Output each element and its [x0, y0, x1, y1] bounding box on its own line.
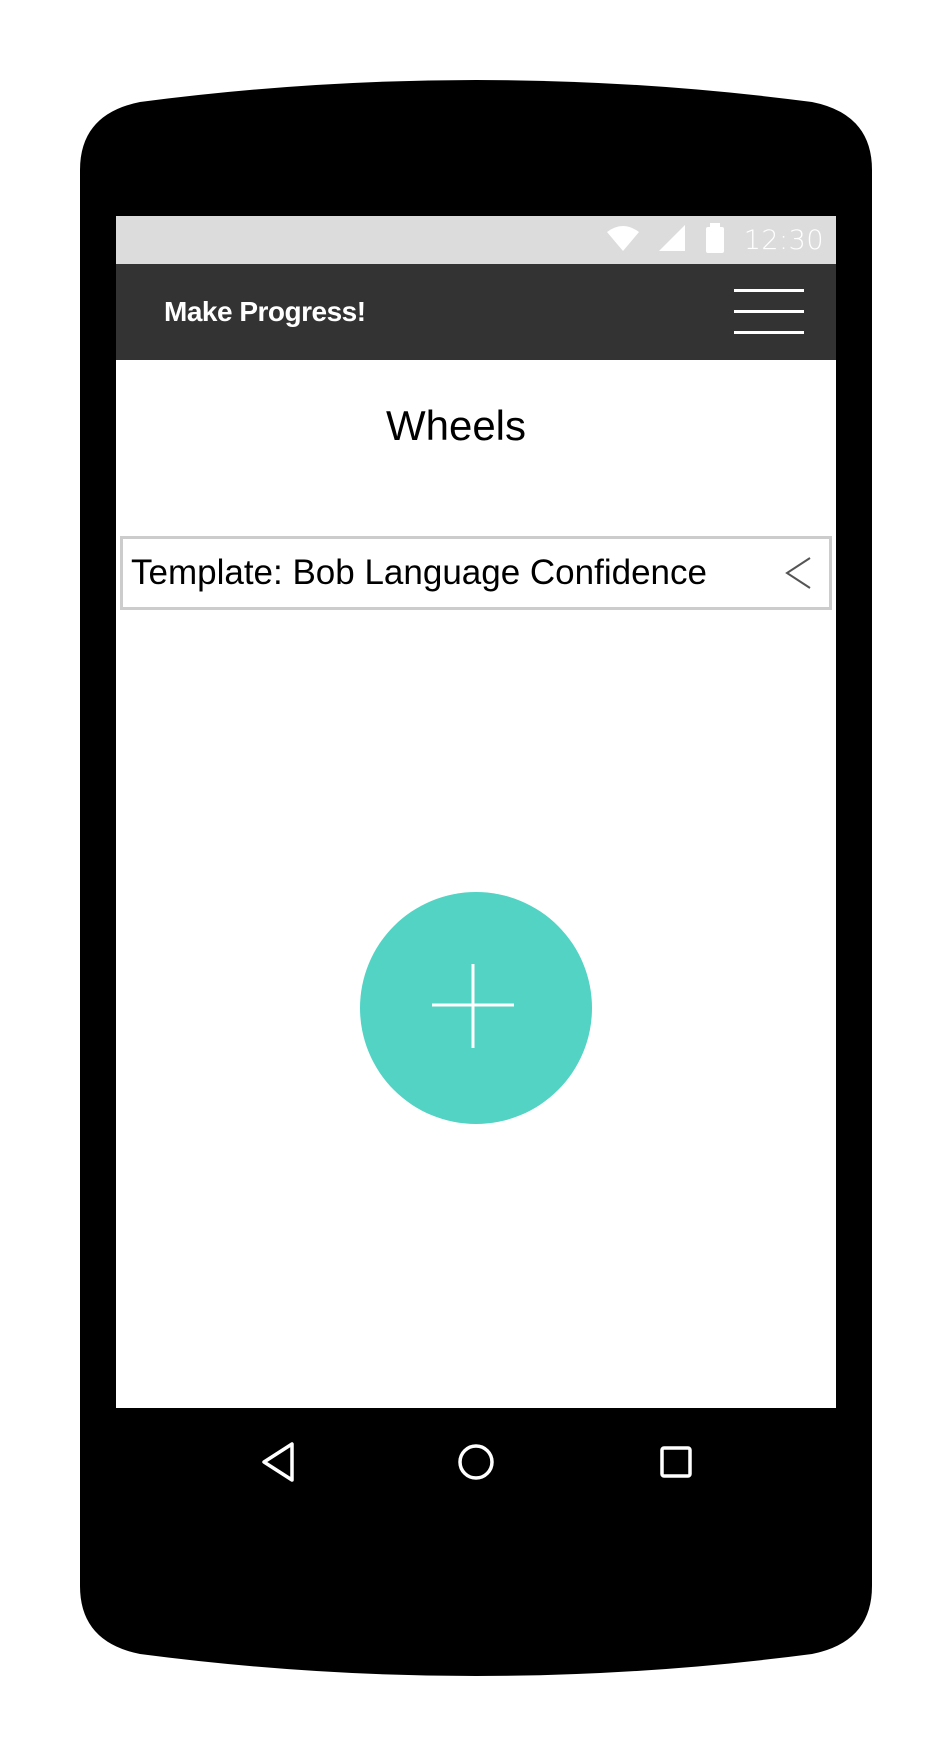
recent-apps-icon[interactable] [648, 1434, 704, 1490]
home-icon[interactable] [448, 1434, 504, 1490]
chevron-left-icon[interactable] [785, 556, 811, 590]
list-item-label: Template: Bob Language Confidence [131, 553, 707, 592]
plus-icon [432, 964, 514, 1048]
phone-screen: 12:30 Make Progress! Wheels Template: Bo… [116, 216, 836, 1408]
add-button[interactable] [360, 892, 592, 1124]
app-bar: Make Progress! [116, 264, 836, 360]
device-mockup: 12:30 Make Progress! Wheels Template: Bo… [0, 0, 952, 1756]
status-time: 12:30 [743, 224, 824, 256]
battery-icon [704, 222, 726, 258]
status-bar: 12:30 [116, 216, 836, 264]
menu-line [734, 331, 804, 334]
hamburger-menu-icon[interactable] [734, 286, 806, 338]
app-title: Make Progress! [164, 296, 366, 327]
list-item-template[interactable]: Template: Bob Language Confidence [120, 536, 832, 610]
menu-line [734, 310, 804, 313]
signal-icon [658, 224, 686, 257]
wifi-icon [606, 224, 640, 257]
page-title: Wheels [385, 402, 527, 449]
back-icon[interactable] [252, 1434, 308, 1490]
menu-line [734, 289, 804, 292]
status-icons: 12:30 [606, 216, 824, 264]
page-title-container: Wheels [116, 402, 706, 450]
